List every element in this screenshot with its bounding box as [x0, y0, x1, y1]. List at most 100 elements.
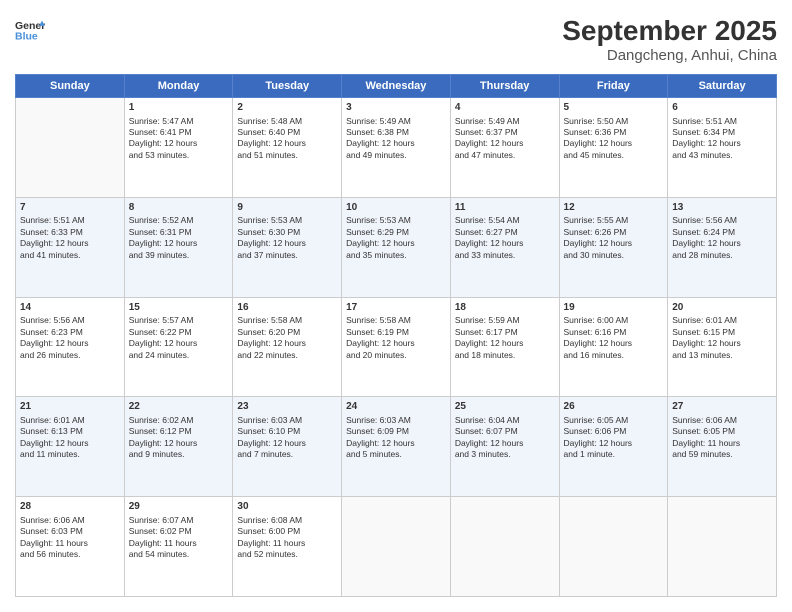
cell-content-line: Sunset: 6:23 PM: [20, 327, 120, 338]
cell-content-line: Daylight: 12 hours: [455, 338, 555, 349]
cell-content-line: Daylight: 12 hours: [129, 338, 229, 349]
weekday-header-tuesday: Tuesday: [233, 75, 342, 98]
cell-content-line: Sunrise: 6:08 AM: [237, 515, 337, 526]
cell-content-line: and 24 minutes.: [129, 350, 229, 361]
cell-content-line: Sunrise: 5:49 AM: [346, 116, 446, 127]
weekday-header-sunday: Sunday: [16, 75, 125, 98]
cell-content-line: and 3 minutes.: [455, 449, 555, 460]
calendar-week-1: 1Sunrise: 5:47 AMSunset: 6:41 PMDaylight…: [16, 98, 777, 198]
calendar-table: SundayMondayTuesdayWednesdayThursdayFrid…: [15, 74, 777, 597]
cell-content-line: and 49 minutes.: [346, 150, 446, 161]
calendar-cell: 30Sunrise: 6:08 AMSunset: 6:00 PMDayligh…: [233, 497, 342, 597]
day-number: 21: [20, 400, 120, 414]
cell-content-line: Sunset: 6:17 PM: [455, 327, 555, 338]
calendar-cell: 2Sunrise: 5:48 AMSunset: 6:40 PMDaylight…: [233, 98, 342, 198]
cell-content-line: Sunset: 6:03 PM: [20, 526, 120, 537]
cell-content-line: and 39 minutes.: [129, 250, 229, 261]
cell-content-line: Daylight: 12 hours: [237, 238, 337, 249]
cell-content-line: Daylight: 11 hours: [237, 538, 337, 549]
cell-content-line: Sunrise: 5:52 AM: [129, 215, 229, 226]
cell-content-line: Sunset: 6:20 PM: [237, 327, 337, 338]
cell-content-line: Daylight: 12 hours: [564, 238, 664, 249]
cell-content-line: Sunrise: 5:56 AM: [20, 315, 120, 326]
cell-content-line: Daylight: 12 hours: [237, 138, 337, 149]
calendar-cell: 11Sunrise: 5:54 AMSunset: 6:27 PMDayligh…: [450, 197, 559, 297]
day-number: 17: [346, 301, 446, 315]
weekday-header-saturday: Saturday: [668, 75, 777, 98]
cell-content-line: and 41 minutes.: [20, 250, 120, 261]
day-number: 1: [129, 101, 229, 115]
cell-content-line: Sunrise: 5:56 AM: [672, 215, 772, 226]
cell-content-line: and 56 minutes.: [20, 549, 120, 560]
calendar-subtitle: Dangcheng, Anhui, China: [562, 47, 777, 64]
calendar-cell: 19Sunrise: 6:00 AMSunset: 6:16 PMDayligh…: [559, 297, 668, 397]
calendar-cell: 16Sunrise: 5:58 AMSunset: 6:20 PMDayligh…: [233, 297, 342, 397]
weekday-header-wednesday: Wednesday: [342, 75, 451, 98]
cell-content-line: Sunset: 6:19 PM: [346, 327, 446, 338]
cell-content-line: Sunset: 6:13 PM: [20, 426, 120, 437]
calendar-cell: [342, 497, 451, 597]
cell-content-line: Sunset: 6:09 PM: [346, 426, 446, 437]
cell-content-line: Sunrise: 5:58 AM: [346, 315, 446, 326]
cell-content-line: and 11 minutes.: [20, 449, 120, 460]
cell-content-line: Sunrise: 5:55 AM: [564, 215, 664, 226]
logo-icon: General Blue: [15, 15, 45, 45]
day-number: 8: [129, 201, 229, 215]
day-number: 3: [346, 101, 446, 115]
logo: General Blue: [15, 15, 45, 45]
day-number: 26: [564, 400, 664, 414]
cell-content-line: Daylight: 12 hours: [129, 138, 229, 149]
calendar-cell: 24Sunrise: 6:03 AMSunset: 6:09 PMDayligh…: [342, 397, 451, 497]
cell-content-line: and 53 minutes.: [129, 150, 229, 161]
day-number: 29: [129, 500, 229, 514]
cell-content-line: Sunrise: 6:02 AM: [129, 415, 229, 426]
cell-content-line: Daylight: 12 hours: [20, 238, 120, 249]
cell-content-line: Sunset: 6:27 PM: [455, 227, 555, 238]
cell-content-line: and 43 minutes.: [672, 150, 772, 161]
calendar-cell: 21Sunrise: 6:01 AMSunset: 6:13 PMDayligh…: [16, 397, 125, 497]
cell-content-line: and 22 minutes.: [237, 350, 337, 361]
calendar-cell: 29Sunrise: 6:07 AMSunset: 6:02 PMDayligh…: [124, 497, 233, 597]
cell-content-line: Sunset: 6:02 PM: [129, 526, 229, 537]
cell-content-line: Sunrise: 5:47 AM: [129, 116, 229, 127]
calendar-cell: 7Sunrise: 5:51 AMSunset: 6:33 PMDaylight…: [16, 197, 125, 297]
cell-content-line: Daylight: 12 hours: [455, 438, 555, 449]
cell-content-line: Daylight: 12 hours: [20, 438, 120, 449]
cell-content-line: Sunset: 6:26 PM: [564, 227, 664, 238]
cell-content-line: and 33 minutes.: [455, 250, 555, 261]
cell-content-line: and 59 minutes.: [672, 449, 772, 460]
cell-content-line: Daylight: 12 hours: [346, 238, 446, 249]
cell-content-line: Sunrise: 6:00 AM: [564, 315, 664, 326]
calendar-cell: [668, 497, 777, 597]
cell-content-line: and 9 minutes.: [129, 449, 229, 460]
cell-content-line: Sunset: 6:22 PM: [129, 327, 229, 338]
day-number: 16: [237, 301, 337, 315]
day-number: 19: [564, 301, 664, 315]
cell-content-line: and 35 minutes.: [346, 250, 446, 261]
calendar-week-3: 14Sunrise: 5:56 AMSunset: 6:23 PMDayligh…: [16, 297, 777, 397]
cell-content-line: Sunset: 6:34 PM: [672, 127, 772, 138]
cell-content-line: Sunset: 6:05 PM: [672, 426, 772, 437]
calendar-cell: 28Sunrise: 6:06 AMSunset: 6:03 PMDayligh…: [16, 497, 125, 597]
cell-content-line: and 54 minutes.: [129, 549, 229, 560]
cell-content-line: and 7 minutes.: [237, 449, 337, 460]
cell-content-line: and 30 minutes.: [564, 250, 664, 261]
cell-content-line: Daylight: 12 hours: [346, 438, 446, 449]
day-number: 12: [564, 201, 664, 215]
day-number: 30: [237, 500, 337, 514]
cell-content-line: and 20 minutes.: [346, 350, 446, 361]
cell-content-line: and 45 minutes.: [564, 150, 664, 161]
day-number: 10: [346, 201, 446, 215]
calendar-title: September 2025: [562, 15, 777, 47]
cell-content-line: and 52 minutes.: [237, 549, 337, 560]
cell-content-line: Daylight: 11 hours: [129, 538, 229, 549]
cell-content-line: Sunset: 6:24 PM: [672, 227, 772, 238]
cell-content-line: Sunset: 6:16 PM: [564, 327, 664, 338]
title-block: September 2025 Dangcheng, Anhui, China: [562, 15, 777, 64]
calendar-cell: 3Sunrise: 5:49 AMSunset: 6:38 PMDaylight…: [342, 98, 451, 198]
calendar-week-5: 28Sunrise: 6:06 AMSunset: 6:03 PMDayligh…: [16, 497, 777, 597]
cell-content-line: Sunset: 6:30 PM: [237, 227, 337, 238]
day-number: 13: [672, 201, 772, 215]
cell-content-line: Sunrise: 6:07 AM: [129, 515, 229, 526]
calendar-week-4: 21Sunrise: 6:01 AMSunset: 6:13 PMDayligh…: [16, 397, 777, 497]
